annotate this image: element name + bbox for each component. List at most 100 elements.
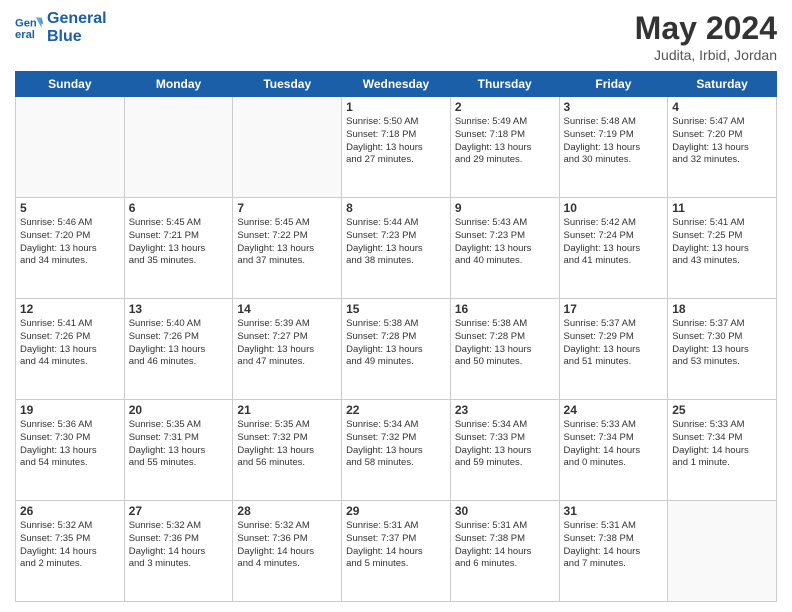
calendar-day-header: Saturday [668, 72, 777, 97]
day-number: 10 [564, 201, 664, 215]
day-info: Sunrise: 5:49 AM Sunset: 7:18 PM Dayligh… [455, 116, 555, 167]
calendar-week-row: 1 Sunrise: 5:50 AM Sunset: 7:18 PM Daylig… [16, 97, 777, 198]
day-number: 18 [672, 302, 772, 316]
calendar-day-header: Friday [559, 72, 668, 97]
calendar-cell: 30 Sunrise: 5:31 AM Sunset: 7:38 PM Dayli… [450, 501, 559, 602]
day-number: 24 [564, 403, 664, 417]
day-number: 15 [346, 302, 446, 316]
calendar-cell: 10 Sunrise: 5:42 AM Sunset: 7:24 PM Dayli… [559, 198, 668, 299]
day-number: 8 [346, 201, 446, 215]
day-info: Sunrise: 5:35 AM Sunset: 7:32 PM Dayligh… [237, 419, 337, 470]
day-number: 13 [129, 302, 229, 316]
logo-text-line1: General [47, 10, 107, 28]
day-info: Sunrise: 5:40 AM Sunset: 7:26 PM Dayligh… [129, 318, 229, 369]
day-info: Sunrise: 5:46 AM Sunset: 7:20 PM Dayligh… [20, 217, 120, 268]
day-info: Sunrise: 5:45 AM Sunset: 7:21 PM Dayligh… [129, 217, 229, 268]
day-number: 17 [564, 302, 664, 316]
day-info: Sunrise: 5:35 AM Sunset: 7:31 PM Dayligh… [129, 419, 229, 470]
logo-text-line2: Blue [47, 28, 107, 46]
day-info: Sunrise: 5:44 AM Sunset: 7:23 PM Dayligh… [346, 217, 446, 268]
day-info: Sunrise: 5:31 AM Sunset: 7:37 PM Dayligh… [346, 520, 446, 571]
calendar-cell [124, 97, 233, 198]
calendar-cell: 16 Sunrise: 5:38 AM Sunset: 7:28 PM Dayli… [450, 299, 559, 400]
day-info: Sunrise: 5:45 AM Sunset: 7:22 PM Dayligh… [237, 217, 337, 268]
svg-text:eral: eral [15, 28, 35, 40]
calendar-cell: 26 Sunrise: 5:32 AM Sunset: 7:35 PM Dayli… [16, 501, 125, 602]
calendar-cell: 28Sunrise: 5:32 AM Sunset: 7:36 PM Dayli… [233, 501, 342, 602]
calendar-cell: 22Sunrise: 5:34 AM Sunset: 7:32 PM Dayli… [342, 400, 451, 501]
day-info: Sunrise: 5:33 AM Sunset: 7:34 PM Dayligh… [564, 419, 664, 470]
day-info: Sunrise: 5:38 AM Sunset: 7:28 PM Dayligh… [455, 318, 555, 369]
calendar-week-row: 5 Sunrise: 5:46 AM Sunset: 7:20 PM Daylig… [16, 198, 777, 299]
day-info: Sunrise: 5:43 AM Sunset: 7:23 PM Dayligh… [455, 217, 555, 268]
calendar-cell: 4Sunrise: 5:47 AM Sunset: 7:20 PM Daylig… [668, 97, 777, 198]
day-number: 27 [129, 504, 229, 518]
calendar-cell: 20Sunrise: 5:35 AM Sunset: 7:31 PM Dayli… [124, 400, 233, 501]
day-number: 23 [455, 403, 555, 417]
calendar-day-header: Thursday [450, 72, 559, 97]
day-info: Sunrise: 5:31 AM Sunset: 7:38 PM Dayligh… [564, 520, 664, 571]
calendar-day-header: Wednesday [342, 72, 451, 97]
calendar-cell: 29Sunrise: 5:31 AM Sunset: 7:37 PM Dayli… [342, 501, 451, 602]
calendar-table: SundayMondayTuesdayWednesdayThursdayFrid… [15, 71, 777, 602]
day-info: Sunrise: 5:41 AM Sunset: 7:26 PM Dayligh… [20, 318, 120, 369]
page-header: Gen eral General Blue May 2024 Judita, I… [15, 10, 777, 63]
day-info: Sunrise: 5:38 AM Sunset: 7:28 PM Dayligh… [346, 318, 446, 369]
calendar-cell: 1 Sunrise: 5:50 AM Sunset: 7:18 PM Daylig… [342, 97, 451, 198]
day-number: 16 [455, 302, 555, 316]
day-number: 30 [455, 504, 555, 518]
title-section: May 2024 Judita, Irbid, Jordan [635, 10, 777, 63]
calendar-cell: 6 Sunrise: 5:45 AM Sunset: 7:21 PM Daylig… [124, 198, 233, 299]
day-number: 19 [20, 403, 120, 417]
day-info: Sunrise: 5:32 AM Sunset: 7:36 PM Dayligh… [129, 520, 229, 571]
day-number: 25 [672, 403, 772, 417]
day-number: 26 [20, 504, 120, 518]
day-number: 1 [346, 100, 446, 114]
calendar-cell: 8 Sunrise: 5:44 AM Sunset: 7:23 PM Daylig… [342, 198, 451, 299]
calendar-cell: 2 Sunrise: 5:49 AM Sunset: 7:18 PM Daylig… [450, 97, 559, 198]
calendar-header-row: SundayMondayTuesdayWednesdayThursdayFrid… [16, 72, 777, 97]
day-number: 14 [237, 302, 337, 316]
day-info: Sunrise: 5:34 AM Sunset: 7:33 PM Dayligh… [455, 419, 555, 470]
day-number: 21 [237, 403, 337, 417]
day-info: Sunrise: 5:50 AM Sunset: 7:18 PM Dayligh… [346, 116, 446, 167]
calendar-week-row: 19 Sunrise: 5:36 AM Sunset: 7:30 PM Dayli… [16, 400, 777, 501]
day-number: 2 [455, 100, 555, 114]
calendar-cell: 19 Sunrise: 5:36 AM Sunset: 7:30 PM Dayli… [16, 400, 125, 501]
month-title: May 2024 [635, 10, 777, 47]
day-info: Sunrise: 5:36 AM Sunset: 7:30 PM Dayligh… [20, 419, 120, 470]
calendar-cell: 24 Sunrise: 5:33 AM Sunset: 7:34 PM Dayli… [559, 400, 668, 501]
day-info: Sunrise: 5:31 AM Sunset: 7:38 PM Dayligh… [455, 520, 555, 571]
calendar-day-header: Tuesday [233, 72, 342, 97]
calendar-cell: 12Sunrise: 5:41 AM Sunset: 7:26 PM Dayli… [16, 299, 125, 400]
calendar-week-row: 12Sunrise: 5:41 AM Sunset: 7:26 PM Dayli… [16, 299, 777, 400]
logo: Gen eral General Blue [15, 10, 107, 45]
calendar-cell: 18Sunrise: 5:37 AM Sunset: 7:30 PM Dayli… [668, 299, 777, 400]
day-info: Sunrise: 5:39 AM Sunset: 7:27 PM Dayligh… [237, 318, 337, 369]
day-number: 3 [564, 100, 664, 114]
calendar-cell: 14 Sunrise: 5:39 AM Sunset: 7:27 PM Dayli… [233, 299, 342, 400]
day-info: Sunrise: 5:42 AM Sunset: 7:24 PM Dayligh… [564, 217, 664, 268]
calendar-cell: 11Sunrise: 5:41 AM Sunset: 7:25 PM Dayli… [668, 198, 777, 299]
calendar-cell: 9 Sunrise: 5:43 AM Sunset: 7:23 PM Daylig… [450, 198, 559, 299]
day-number: 6 [129, 201, 229, 215]
calendar-day-header: Monday [124, 72, 233, 97]
day-number: 9 [455, 201, 555, 215]
day-info: Sunrise: 5:37 AM Sunset: 7:29 PM Dayligh… [564, 318, 664, 369]
day-info: Sunrise: 5:47 AM Sunset: 7:20 PM Dayligh… [672, 116, 772, 167]
calendar-cell [233, 97, 342, 198]
calendar-cell: 15 Sunrise: 5:38 AM Sunset: 7:28 PM Dayli… [342, 299, 451, 400]
day-number: 7 [237, 201, 337, 215]
calendar-cell [16, 97, 125, 198]
calendar-cell: 27 Sunrise: 5:32 AM Sunset: 7:36 PM Dayli… [124, 501, 233, 602]
day-info: Sunrise: 5:32 AM Sunset: 7:36 PM Dayligh… [237, 520, 337, 571]
logo-icon: Gen eral [15, 14, 43, 42]
calendar-day-header: Sunday [16, 72, 125, 97]
calendar-cell: 17 Sunrise: 5:37 AM Sunset: 7:29 PM Dayli… [559, 299, 668, 400]
day-info: Sunrise: 5:32 AM Sunset: 7:35 PM Dayligh… [20, 520, 120, 571]
day-info: Sunrise: 5:33 AM Sunset: 7:34 PM Dayligh… [672, 419, 772, 470]
calendar-cell: 23 Sunrise: 5:34 AM Sunset: 7:33 PM Dayli… [450, 400, 559, 501]
day-number: 5 [20, 201, 120, 215]
calendar-cell: 7 Sunrise: 5:45 AM Sunset: 7:22 PM Daylig… [233, 198, 342, 299]
day-info: Sunrise: 5:41 AM Sunset: 7:25 PM Dayligh… [672, 217, 772, 268]
